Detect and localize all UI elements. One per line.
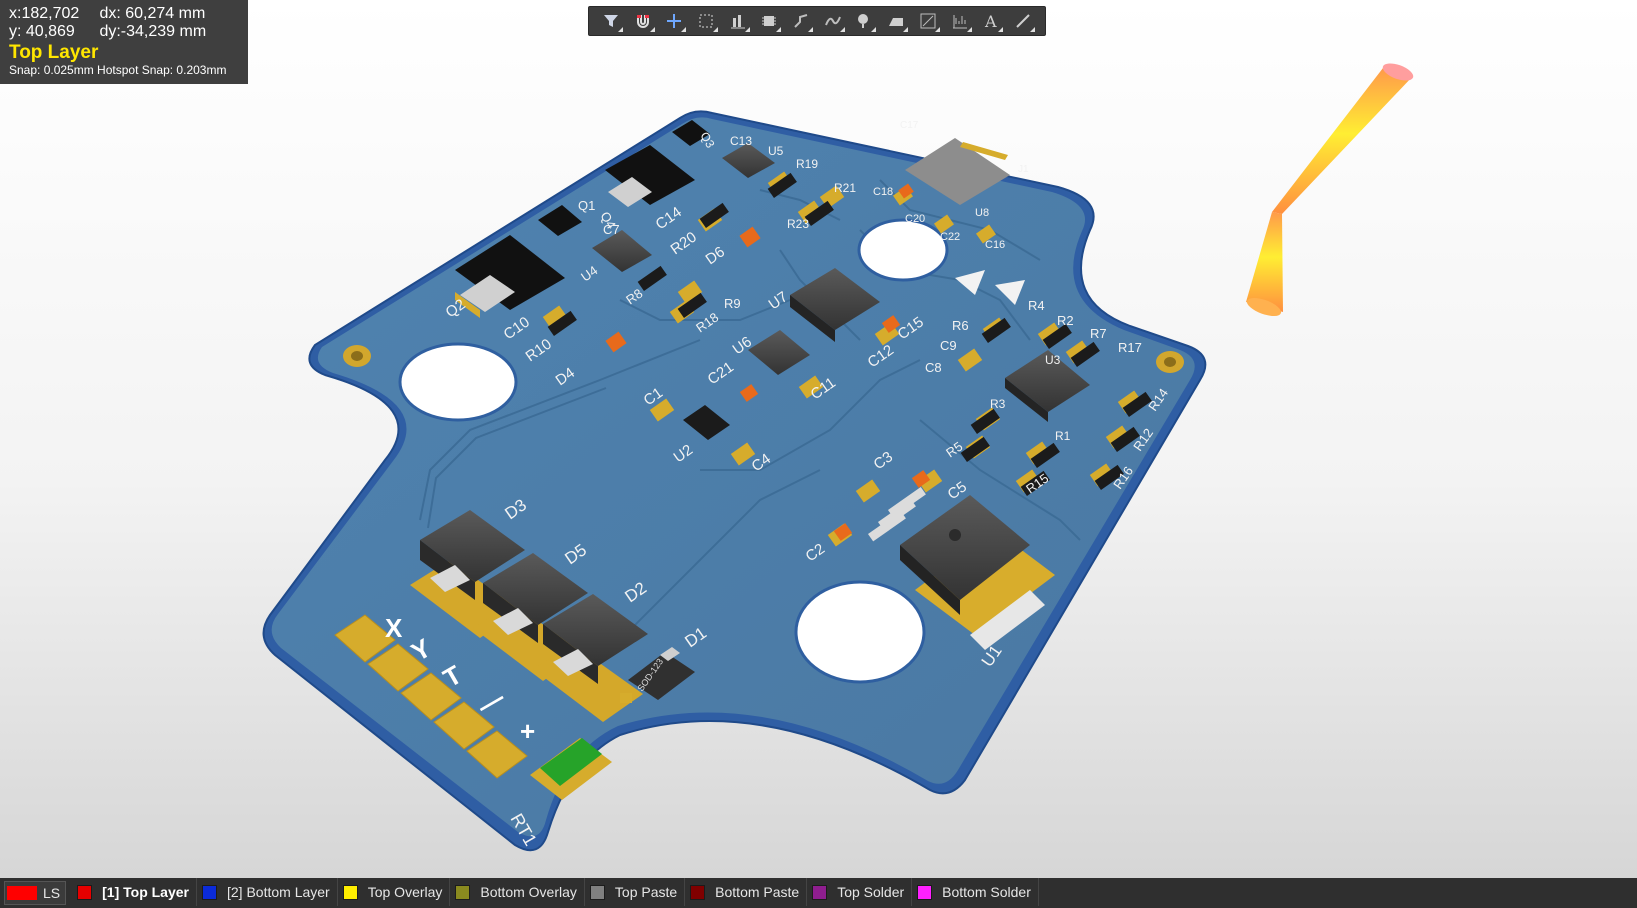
- silk-label: C13: [730, 134, 752, 148]
- delta-y: dy:-34,239 mm: [99, 23, 207, 40]
- silk-label: C9: [940, 338, 957, 353]
- layer-tab-bottom-overlay[interactable]: Bottom Overlay: [450, 878, 585, 906]
- layer-color-swatch: [202, 884, 217, 900]
- active-bar-toolbar: A: [588, 6, 1046, 36]
- current-layer: Top Layer: [9, 42, 99, 63]
- silk-label: C8: [925, 360, 942, 375]
- layer-color-swatch: [917, 884, 933, 900]
- layer-set-button[interactable]: LS: [4, 881, 67, 905]
- heads-up-display: x:182,702 dx: 60,274 mm y: 40,869 dy:-34…: [0, 0, 248, 84]
- layer-tab-label: Bottom Overlay: [480, 884, 577, 900]
- silk-label: R1: [1055, 429, 1071, 443]
- component-icon[interactable]: [756, 9, 782, 33]
- layer-tab-1-top-layer[interactable]: [1] Top Layer: [72, 878, 197, 906]
- silk-label: R23: [787, 217, 809, 231]
- silk-label: R7: [1090, 326, 1107, 341]
- snap-info: Snap: 0.025mm Hotspot Snap: 0.203mm: [9, 63, 227, 77]
- select-rect-icon[interactable]: [693, 9, 719, 33]
- silk-label: C18: [873, 186, 893, 198]
- layer-tab-label: Top Solder: [837, 884, 905, 900]
- layer-set-color: [7, 886, 37, 900]
- route-icon[interactable]: [788, 9, 814, 33]
- diff-pair-icon[interactable]: [820, 9, 846, 33]
- silk-label: R6: [952, 318, 969, 333]
- silk-label: U5: [768, 144, 784, 158]
- layer-tab-label: Bottom Solder: [942, 884, 1031, 900]
- snap-magnet-icon[interactable]: [630, 9, 656, 33]
- silk-label: R2: [1057, 313, 1074, 328]
- layer-tab-bottom-paste[interactable]: Bottom Paste: [685, 878, 808, 906]
- silk-label: U8: [975, 207, 989, 219]
- silk-label: C20: [905, 213, 925, 225]
- pin-mark: X: [385, 613, 403, 643]
- silk-label: C17: [900, 120, 919, 131]
- silk-label: R4: [1028, 298, 1045, 313]
- text-icon[interactable]: A: [978, 9, 1004, 33]
- cursor-x: x:182,702: [9, 5, 80, 22]
- layer-tab-label: Top Overlay: [367, 884, 443, 900]
- light-cone-indicator: [1246, 63, 1414, 317]
- layer-color-swatch: [690, 884, 706, 900]
- layer-tab-2-bottom-layer[interactable]: [2] Bottom Layer: [197, 878, 338, 906]
- layer-tab-top-solder[interactable]: Top Solder: [807, 878, 913, 906]
- line-icon[interactable]: [1010, 9, 1036, 33]
- silk-label: J1: [1018, 164, 1029, 175]
- layer-color-swatch: [589, 884, 605, 900]
- silk-label: R21: [834, 181, 856, 195]
- silk-label: R9: [724, 296, 741, 311]
- crosshair-icon[interactable]: [661, 9, 687, 33]
- silk-label: R19: [796, 157, 818, 171]
- delta-x: dx: 60,274 mm: [99, 5, 206, 22]
- svg-text:A: A: [984, 12, 997, 30]
- layer-color-swatch: [455, 884, 471, 900]
- align-icon[interactable]: [725, 9, 751, 33]
- filter-icon[interactable]: [598, 9, 624, 33]
- graph-icon[interactable]: [947, 9, 973, 33]
- layer-tab-bottom-solder[interactable]: Bottom Solder: [912, 878, 1039, 906]
- silk-label: C22: [940, 231, 960, 243]
- board-surface: [271, 117, 1195, 837]
- polygon-icon[interactable]: [883, 9, 909, 33]
- layer-tab-label: Bottom Paste: [715, 884, 800, 900]
- silk-label: R3: [990, 397, 1006, 411]
- pcb-3d-viewport[interactable]: Q3 C13 U5 R19 R21 C14 R20 D6 R23 Q4 Q1 C…: [0, 0, 1637, 878]
- layer-tab-top-paste[interactable]: Top Paste: [585, 878, 686, 906]
- layer-tab-label: [2] Bottom Layer: [227, 884, 330, 900]
- via-icon[interactable]: [851, 9, 877, 33]
- cursor-y: y: 40,869: [9, 23, 75, 40]
- layer-tab-top-overlay[interactable]: Top Overlay: [338, 878, 451, 906]
- silk-label: C7: [603, 222, 620, 237]
- layer-set-label: LS: [43, 885, 61, 901]
- layer-tab-label: [1] Top Layer: [102, 884, 189, 900]
- silk-label: Q1: [578, 198, 595, 213]
- layer-color-swatch: [77, 884, 93, 900]
- layer-color-swatch: [812, 884, 828, 900]
- mounting-hole: [794, 580, 926, 684]
- layer-tab-label: Top Paste: [614, 884, 678, 900]
- mounting-hole: [398, 342, 518, 422]
- silk-label: U3: [1045, 353, 1061, 367]
- pcb-board-3d-view[interactable]: Q3 C13 U5 R19 R21 C14 R20 D6 R23 Q4 Q1 C…: [0, 0, 1637, 878]
- layer-color-swatch: [342, 884, 358, 900]
- pin-mark: +: [520, 716, 535, 746]
- mounting-hole: [857, 218, 949, 282]
- layer-tab-bar: LS [1] Top Layer [2] Bottom Layer Top Over…: [0, 878, 1637, 908]
- silk-label: R17: [1118, 340, 1142, 355]
- dimension-icon[interactable]: [915, 9, 941, 33]
- silk-label: C16: [985, 239, 1005, 251]
